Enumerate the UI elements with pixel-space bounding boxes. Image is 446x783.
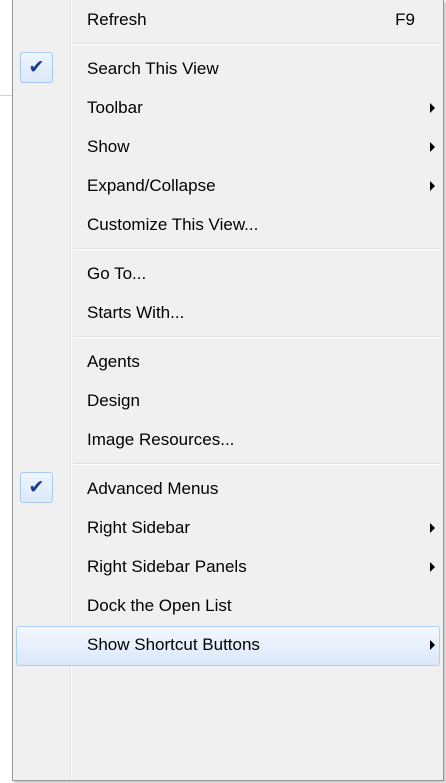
- menu-item-agents[interactable]: Agents: [13, 342, 443, 381]
- menu-item-label: Go To...: [87, 264, 147, 283]
- submenu-arrow-icon: [430, 103, 435, 113]
- submenu-arrow-icon: [430, 562, 435, 572]
- checkmark-icon: ✔: [20, 52, 53, 83]
- menu-item-label: Refresh: [87, 10, 147, 29]
- checkmark-icon: ✔: [20, 472, 53, 503]
- menu-item-label: Dock the Open List: [87, 596, 232, 615]
- context-menu: Refresh F9 ✔ Search This View Toolbar Show Exp…: [12, 0, 444, 781]
- menu-items: Refresh F9 ✔ Search This View Toolbar Show Exp…: [13, 0, 443, 666]
- menu-item-starts-with[interactable]: Starts With...: [13, 293, 443, 332]
- menu-item-label: Design: [87, 391, 140, 410]
- menu-item-label: Search This View: [87, 59, 219, 78]
- menu-item-label: Right Sidebar Panels: [87, 557, 247, 576]
- menu-item-design[interactable]: Design: [13, 381, 443, 420]
- menu-item-refresh[interactable]: Refresh F9: [13, 0, 443, 39]
- menu-item-label: Advanced Menus: [87, 479, 219, 498]
- menu-item-search-this-view[interactable]: ✔ Search This View: [13, 49, 443, 88]
- menu-item-label: Right Sidebar: [87, 518, 191, 537]
- menu-item-label: Agents: [87, 352, 140, 371]
- menu-item-customize-this-view[interactable]: Customize This View...: [13, 205, 443, 244]
- submenu-arrow-icon: [430, 142, 435, 152]
- submenu-arrow-icon: [430, 181, 435, 191]
- menu-item-label: Customize This View...: [87, 215, 259, 234]
- menu-separator: [13, 39, 443, 49]
- submenu-arrow-icon: [430, 523, 435, 533]
- menu-item-toolbar[interactable]: Toolbar: [13, 88, 443, 127]
- menu-item-show[interactable]: Show: [13, 127, 443, 166]
- menu-item-label: Toolbar: [87, 98, 143, 117]
- menu-item-shortcut: F9: [395, 10, 415, 29]
- menu-separator: [13, 332, 443, 342]
- submenu-arrow-icon: [430, 640, 435, 650]
- menu-item-right-sidebar-panels[interactable]: Right Sidebar Panels: [13, 547, 443, 586]
- menu-separator: [13, 244, 443, 254]
- menu-item-label: Starts With...: [87, 303, 185, 322]
- menu-item-image-resources[interactable]: Image Resources...: [13, 420, 443, 459]
- menu-item-right-sidebar[interactable]: Right Sidebar: [13, 508, 443, 547]
- menu-item-label: Image Resources...: [87, 430, 235, 449]
- menu-item-advanced-menus[interactable]: ✔ Advanced Menus: [13, 469, 443, 508]
- menu-item-label: Show: [87, 137, 130, 156]
- menu-item-label: Expand/Collapse: [87, 176, 216, 195]
- menu-separator: [13, 459, 443, 469]
- menu-item-expand-collapse[interactable]: Expand/Collapse: [13, 166, 443, 205]
- menu-item-label: Show Shortcut Buttons: [87, 635, 260, 654]
- menu-item-dock-the-open-list[interactable]: Dock the Open List: [13, 586, 443, 625]
- menu-item-show-shortcut-buttons[interactable]: Show Shortcut Buttons: [13, 625, 443, 666]
- menu-item-go-to[interactable]: Go To...: [13, 254, 443, 293]
